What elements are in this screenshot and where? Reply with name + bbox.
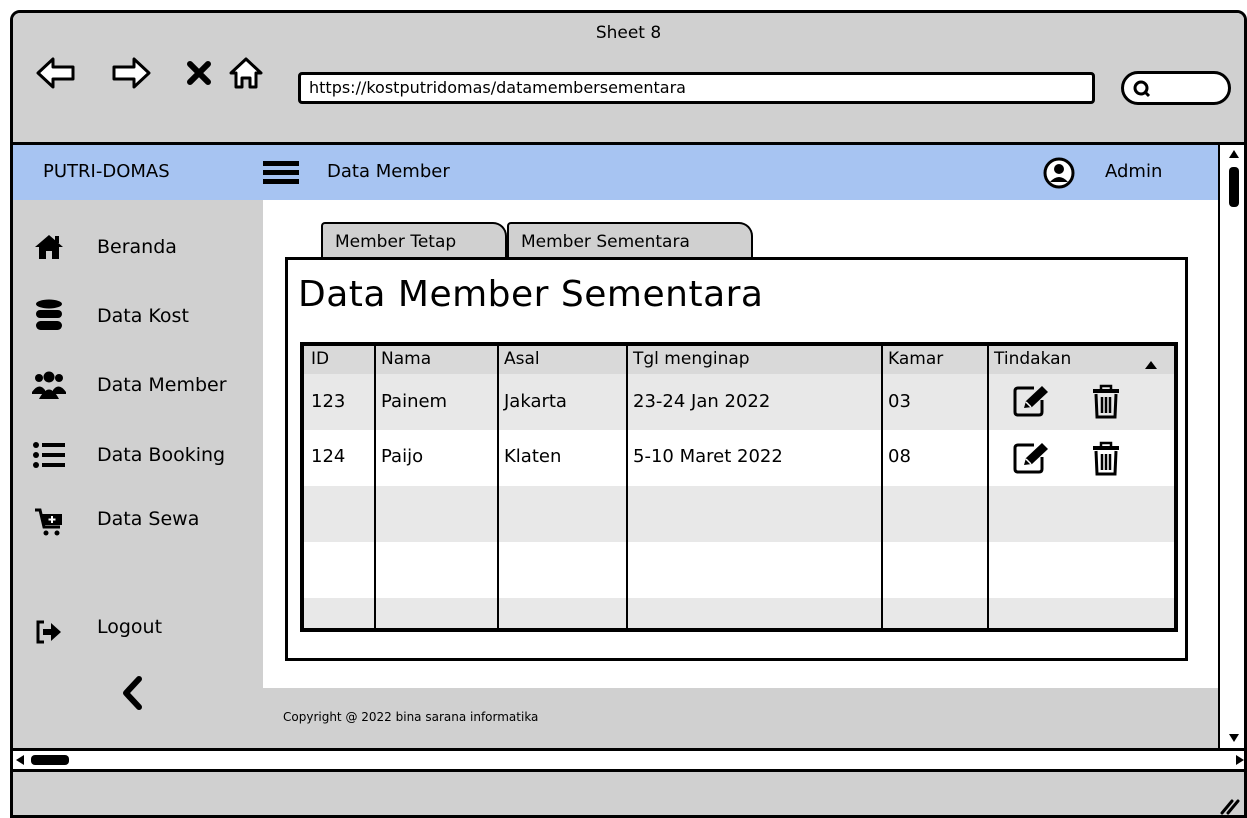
address-bar[interactable]: https://kostputridomas/datamembersementa… [298, 72, 1095, 104]
database-icon [31, 298, 67, 334]
table-row-empty [304, 598, 1174, 628]
horizontal-scrollbar[interactable] [13, 748, 1245, 772]
chevron-left-icon[interactable] [119, 675, 145, 715]
tab-member-tetap[interactable]: Member Tetap [321, 222, 507, 258]
search-field[interactable] [1121, 71, 1231, 105]
vertical-scroll-thumb[interactable] [1229, 167, 1239, 207]
cell-asal: Jakarta [504, 391, 567, 412]
sidebar-item-label: Data Member [97, 374, 227, 396]
scroll-up-icon[interactable] [1228, 149, 1240, 159]
menu-icon[interactable] [261, 159, 301, 191]
sidebar-item-data-sewa[interactable]: Data Sewa [31, 502, 261, 542]
logout-icon [31, 614, 67, 650]
cell-nama: Paijo [381, 446, 424, 467]
sidebar: Beranda Data Kost Data Member Data Booki… [13, 200, 263, 748]
panel-title: Data Member Sementara [298, 274, 764, 315]
data-table: ID Nama Asal Tgl menginap Kamar Tindakan… [300, 342, 1178, 632]
sort-ascending-icon[interactable] [1144, 355, 1158, 374]
sidebar-item-data-booking[interactable]: Data Booking [31, 435, 261, 475]
status-bar [13, 772, 1244, 815]
main-content: Member Tetap Member Sementara Data Membe… [263, 200, 1218, 688]
vertical-scrollbar[interactable] [1218, 145, 1244, 748]
table-row-empty [304, 486, 1174, 542]
forward-arrow-icon[interactable] [110, 53, 152, 93]
delete-icon[interactable] [1092, 441, 1120, 481]
sidebar-item-label: Logout [97, 616, 163, 638]
column-header-id[interactable]: ID [311, 349, 329, 369]
browser-window: Sheet 8 https://kostputridomas/datamembe… [10, 10, 1247, 818]
cell-id: 124 [311, 446, 346, 467]
column-divider [626, 346, 628, 628]
tab-member-sementara[interactable]: Member Sementara [507, 222, 753, 258]
column-divider [881, 346, 883, 628]
column-header-asal[interactable]: Asal [504, 349, 540, 369]
cart-icon [31, 504, 67, 540]
edit-icon[interactable] [1012, 384, 1052, 422]
page-title: Data Member [327, 161, 450, 182]
column-divider [987, 346, 989, 628]
browser-toolbar: Sheet 8 https://kostputridomas/datamembe… [13, 13, 1244, 145]
user-name[interactable]: Admin [1105, 161, 1162, 182]
delete-icon[interactable] [1092, 384, 1120, 424]
home-icon[interactable] [225, 53, 267, 93]
cell-kamar: 08 [888, 446, 911, 467]
tab-panel: Data Member Sementara ID Nama Asal Tgl m… [285, 257, 1188, 661]
column-divider [374, 346, 376, 628]
table-row-empty [304, 542, 1174, 598]
footer-copyright: Copyright @ 2022 bina sarana informatika [283, 710, 539, 724]
cell-id: 123 [311, 391, 346, 412]
scroll-left-icon[interactable] [15, 754, 25, 766]
window-title: Sheet 8 [595, 23, 662, 43]
column-divider [497, 346, 499, 628]
column-header-nama[interactable]: Nama [381, 349, 431, 369]
scroll-down-icon[interactable] [1228, 733, 1240, 743]
brand-label: PUTRI-DOMAS [43, 161, 170, 182]
cell-tgl-menginap: 23-24 Jan 2022 [633, 391, 771, 412]
column-header-tgl-menginap[interactable]: Tgl menginap [633, 349, 750, 369]
resize-grip-icon[interactable] [1218, 793, 1240, 815]
home-icon [31, 229, 67, 265]
app-header: PUTRI-DOMAS Data Member Admin [13, 145, 1218, 200]
horizontal-scroll-thumb[interactable] [31, 755, 69, 765]
cell-nama: Painem [381, 391, 448, 412]
column-header-kamar[interactable]: Kamar [888, 349, 943, 369]
sidebar-item-data-kost[interactable]: Data Kost [31, 296, 261, 336]
cell-asal: Klaten [504, 446, 562, 467]
search-icon [1133, 80, 1151, 98]
edit-icon[interactable] [1012, 441, 1052, 479]
cell-kamar: 03 [888, 391, 911, 412]
back-arrow-icon[interactable] [35, 53, 77, 93]
stop-icon[interactable] [178, 53, 220, 93]
cell-tgl-menginap: 5-10 Maret 2022 [633, 446, 783, 467]
sidebar-item-label: Data Sewa [97, 508, 200, 530]
users-icon [31, 367, 67, 403]
user-avatar-icon[interactable] [1043, 157, 1075, 193]
sidebar-item-label: Data Kost [97, 305, 189, 327]
sidebar-item-data-member[interactable]: Data Member [31, 365, 261, 405]
list-icon [31, 437, 67, 473]
sidebar-item-label: Beranda [97, 236, 177, 258]
sidebar-item-logout[interactable]: Logout [31, 612, 261, 652]
column-header-tindakan[interactable]: Tindakan [994, 349, 1071, 369]
sidebar-item-label: Data Booking [97, 444, 226, 466]
scroll-right-icon[interactable] [1235, 754, 1245, 766]
sidebar-item-beranda[interactable]: Beranda [31, 227, 261, 267]
